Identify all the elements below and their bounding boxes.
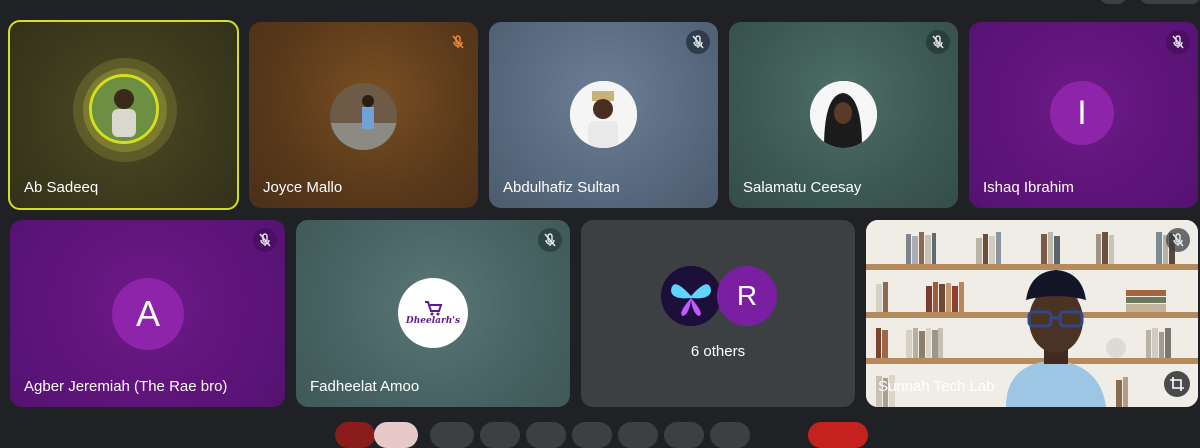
participant-name: Salamatu Ceesay	[743, 179, 862, 196]
avatar	[570, 81, 637, 148]
mic-off-icon	[446, 30, 470, 54]
participant-tile-abdulhafiz-sultan[interactable]: Abdulhafiz Sultan	[489, 22, 718, 208]
participant-tile-salamatu-ceesay[interactable]: Salamatu Ceesay	[729, 22, 958, 208]
control-button[interactable]	[664, 422, 704, 448]
leave-call-button[interactable]	[808, 422, 868, 448]
participant-name: Sunnah Tech Lab	[878, 378, 995, 395]
cart-icon	[425, 301, 443, 316]
others-tile[interactable]: R 6 others	[581, 220, 855, 407]
logo-avatar: Dheelarh's	[398, 278, 468, 348]
logo-text: Dheelarh's	[405, 316, 461, 326]
letter-avatar: R	[717, 266, 777, 326]
control-button[interactable]	[480, 422, 520, 448]
participant-name: Ab Sadeeq	[24, 179, 99, 196]
avatar	[89, 74, 159, 144]
participant-tile-fadheelat-amoo[interactable]: Dheelarh's Fadheelat Amoo	[296, 220, 570, 407]
control-button[interactable]	[710, 422, 750, 448]
mic-off-icon	[253, 228, 277, 252]
participant-name: Ishaq Ibrahim	[983, 179, 1074, 196]
participant-name: Fadheelat Amoo	[310, 378, 420, 395]
mic-off-icon	[926, 30, 950, 54]
person-photo-icon	[92, 77, 156, 141]
mic-off-icon	[1166, 228, 1190, 252]
letter-avatar: I	[1050, 81, 1114, 145]
control-button[interactable]	[526, 422, 566, 448]
participant-tile-ishaq-ibrahim[interactable]: I Ishaq Ibrahim	[969, 22, 1198, 208]
letter-avatar: A	[112, 278, 184, 350]
avatar	[661, 266, 721, 326]
top-control-button[interactable]	[1140, 0, 1200, 4]
participant-tile-sunnah-tech-lab[interactable]: Sunnah Tech Lab	[866, 220, 1198, 407]
top-control-button[interactable]	[1100, 0, 1126, 4]
crop-icon[interactable]	[1164, 371, 1190, 397]
person-photo-icon	[330, 83, 397, 150]
mic-off-icon	[1166, 30, 1190, 54]
mic-off-icon	[538, 228, 562, 252]
control-button[interactable]	[374, 422, 418, 448]
person-photo-icon	[810, 81, 877, 148]
participant-tile-ab-sadeeq[interactable]: Ab Sadeeq	[8, 20, 239, 210]
control-button[interactable]	[335, 422, 375, 448]
participant-tile-agber-jeremiah[interactable]: A Agber Jeremiah (The Rae bro)	[10, 220, 285, 407]
person-photo-icon	[570, 81, 637, 148]
control-button[interactable]	[572, 422, 612, 448]
mic-off-icon	[686, 30, 710, 54]
participant-name: Agber Jeremiah (The Rae bro)	[24, 378, 228, 395]
butterfly-icon	[661, 266, 721, 326]
others-count-label: 6 others	[690, 343, 746, 360]
control-button[interactable]	[618, 422, 658, 448]
avatar	[330, 83, 397, 150]
participant-tile-joyce-mallo[interactable]: Joyce Mallo	[249, 22, 478, 208]
participant-name: Joyce Mallo	[263, 179, 343, 196]
control-button[interactable]	[430, 422, 474, 448]
participant-name: Abdulhafiz Sultan	[503, 179, 620, 196]
avatar	[810, 81, 877, 148]
